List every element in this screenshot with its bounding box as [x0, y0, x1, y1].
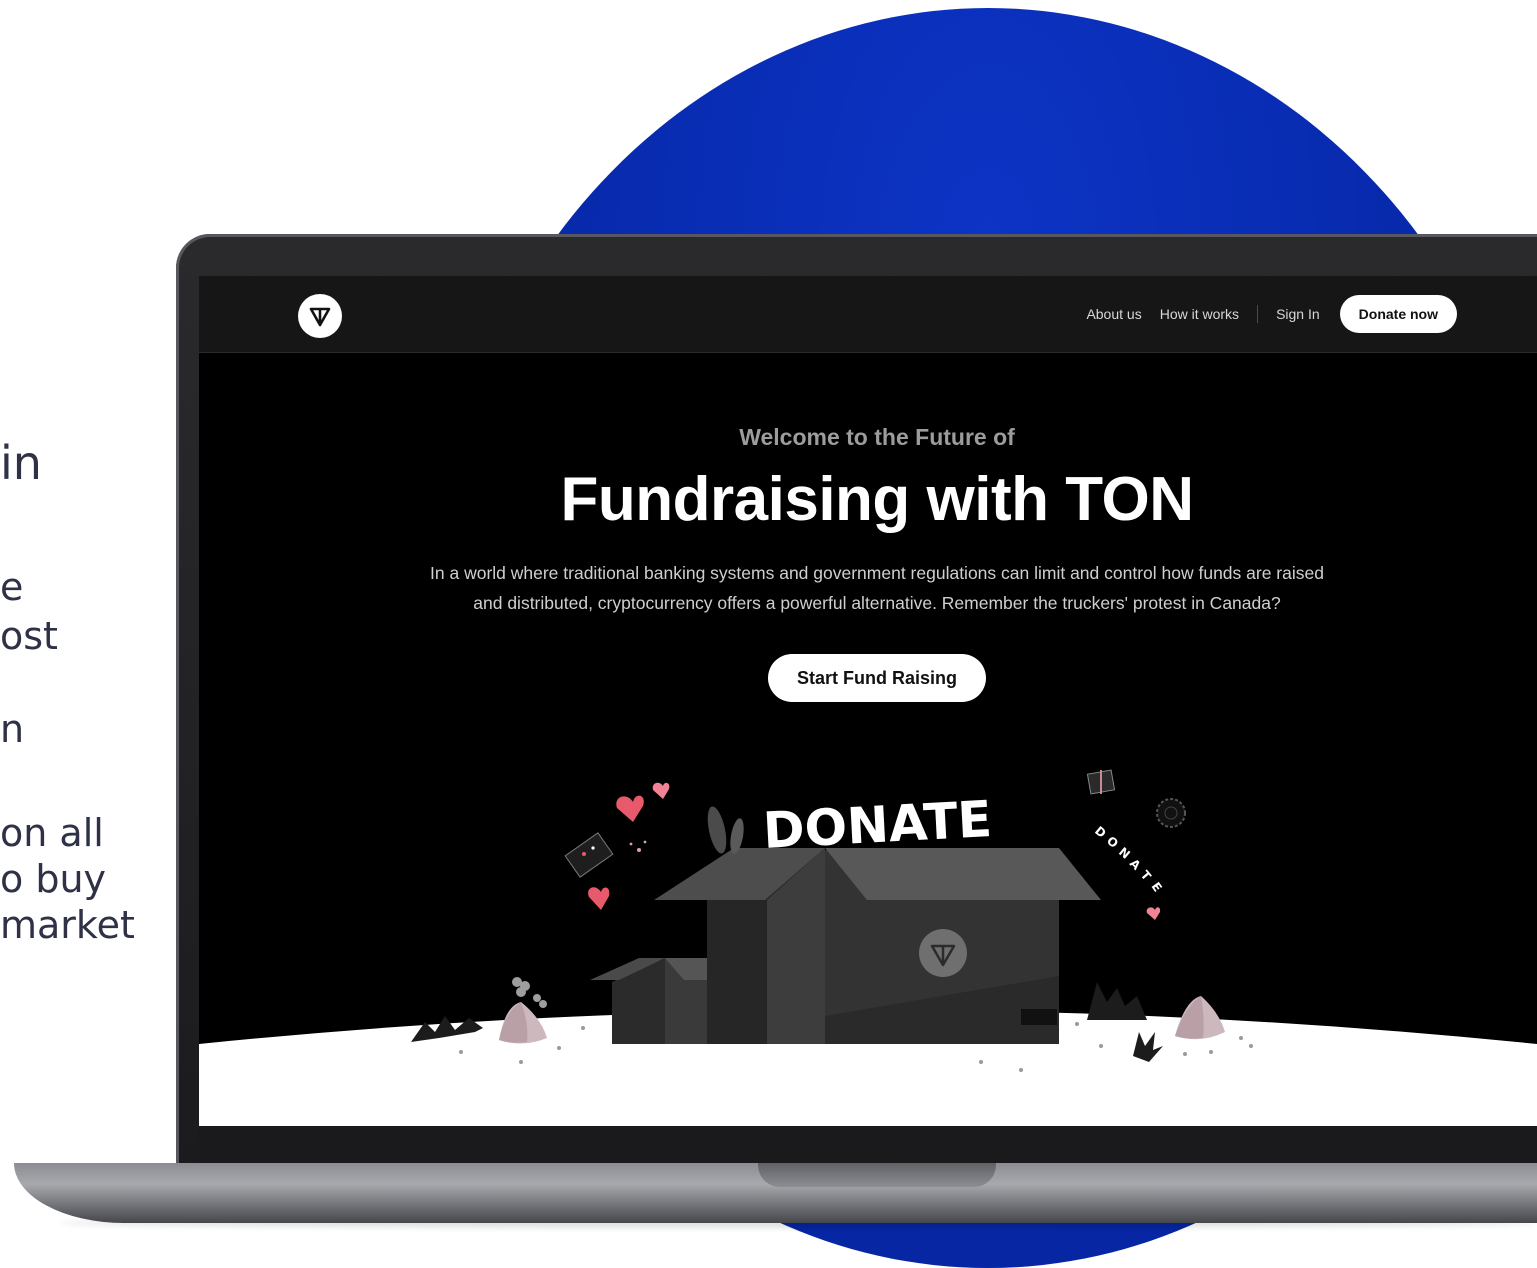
donation-box-illustration: DONATE D O N A T E: [199, 769, 1537, 1126]
side-text-line: market: [0, 903, 135, 947]
laptop-notch: [758, 1163, 996, 1187]
side-text-line: n: [0, 707, 25, 751]
svg-text:T: T: [1138, 868, 1155, 884]
side-text-line: e: [0, 565, 24, 609]
side-text-line: ost: [0, 614, 58, 658]
sun-icon: [1156, 798, 1186, 828]
side-text-line: on all: [0, 811, 104, 855]
laptop-screen: About us How it works Sign In Donate now…: [199, 276, 1537, 1126]
big-box-icon: [654, 848, 1101, 1044]
side-text-line: in: [0, 436, 42, 490]
cropped-side-text: in e ost n on all o buy market: [0, 0, 180, 1255]
laptop-bottom-bezel: [199, 1126, 1537, 1168]
svg-text:A: A: [1127, 856, 1144, 873]
svg-text:D: D: [1092, 824, 1109, 841]
svg-text:O: O: [1104, 834, 1121, 851]
donate-word: DONATE: [762, 790, 994, 860]
donate-small-letters: D O N A T E: [1092, 824, 1165, 895]
rock-left-icon: [499, 1002, 547, 1044]
ticket-icon: [564, 832, 614, 878]
sparkle-icon: [629, 840, 647, 852]
svg-text:N: N: [1116, 845, 1133, 862]
side-text-line: o buy: [0, 857, 107, 901]
gift-icon: [1086, 769, 1116, 795]
svg-text:E: E: [1149, 880, 1165, 895]
bunny-ears-icon: [707, 806, 744, 854]
clover-icon: [512, 977, 547, 1008]
rock-right-icon: [1175, 996, 1225, 1040]
